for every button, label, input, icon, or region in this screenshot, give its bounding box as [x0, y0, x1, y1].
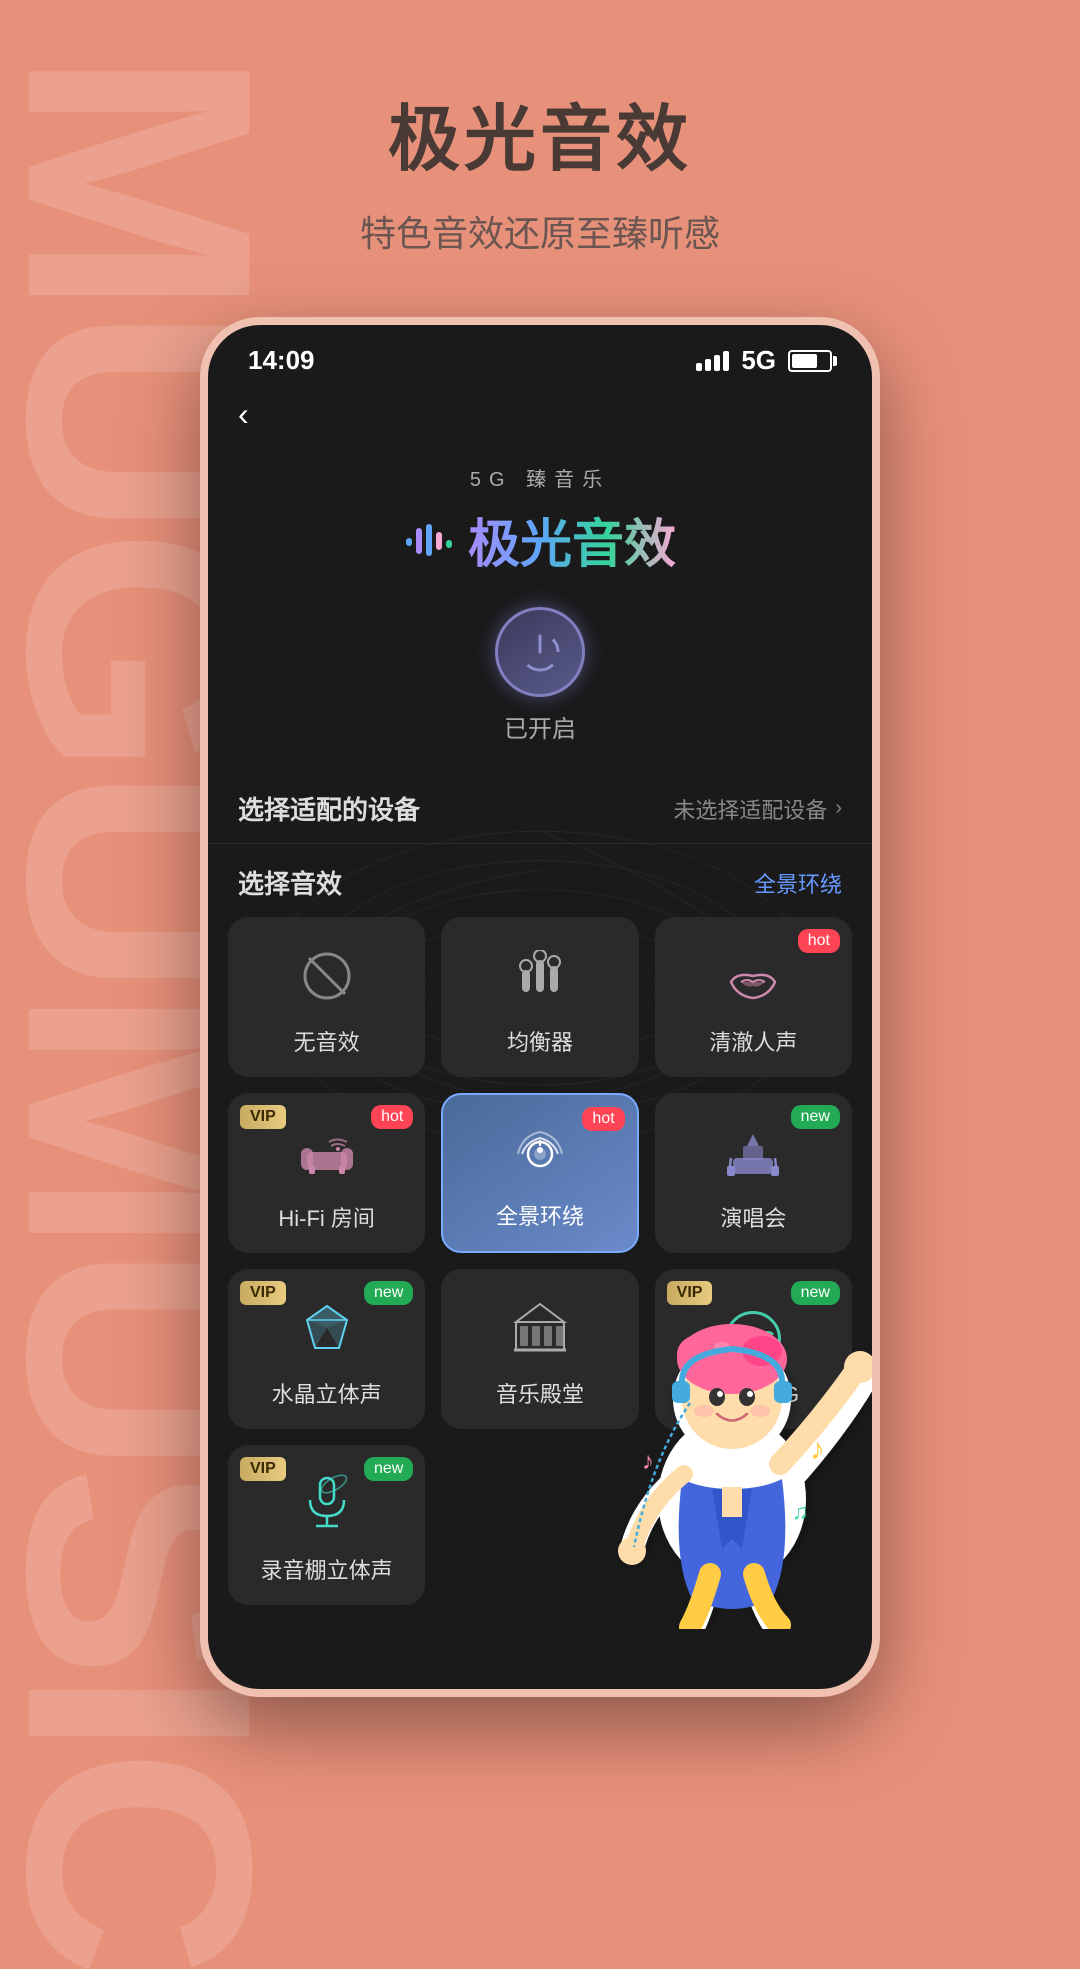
signal-type: 5G — [741, 345, 776, 376]
effect-card-concert[interactable]: new 演唱会 — [655, 1093, 852, 1253]
power-section: 已开启 — [208, 607, 872, 744]
new-badge-studio: new — [364, 1457, 413, 1481]
status-bar: 14:09 5G — [208, 325, 872, 386]
signal-bars — [696, 351, 729, 371]
new-badge-acg: new — [791, 1281, 840, 1305]
effect-name-temple: 音乐殿堂 — [496, 1377, 584, 1409]
effect-card-panoramic[interactable]: hot 全景环绕 — [441, 1093, 638, 1253]
diamond-icon — [301, 1302, 353, 1367]
battery-icon — [788, 350, 832, 372]
sound-section-label: 选择音效 — [238, 864, 342, 901]
effect-card-equalizer[interactable]: 均衡器 — [441, 917, 638, 1077]
effect-card-acg[interactable]: VIP new ACG ♪ 纯净ACG — [655, 1269, 852, 1429]
phone-frame: 14:09 5G ‹ 5G 臻音乐 — [200, 317, 880, 1697]
vip-badge-hifi: VIP — [240, 1105, 286, 1129]
effect-name-hifi: Hi-Fi 房间 — [278, 1201, 375, 1233]
logo-wave — [404, 520, 452, 560]
no-effect-icon — [301, 950, 353, 1015]
logo-text: 极光音效 — [468, 502, 676, 577]
effect-card-no-effect[interactable]: 无音效 — [228, 917, 425, 1077]
page-subtitle: 特色音效还原至臻听感 — [360, 205, 720, 257]
effects-grid: 无音效 均衡器 hot — [208, 917, 872, 1605]
power-status: 已开启 — [504, 709, 576, 744]
effect-name-crystal: 水晶立体声 — [272, 1377, 382, 1409]
surround-icon — [512, 1126, 568, 1189]
lips-icon — [727, 955, 779, 1015]
hot-badge-hifi: hot — [371, 1105, 413, 1129]
vip-badge-studio: VIP — [240, 1457, 286, 1481]
effect-name-panoramic: 全景环绕 — [496, 1199, 584, 1231]
device-section-row[interactable]: 选择适配的设备 未选择适配设备 › — [208, 774, 872, 844]
page-title: 极光音效 — [388, 80, 692, 185]
back-button[interactable]: ‹ — [208, 386, 872, 443]
effect-card-clear-voice[interactable]: hot 清澈人声 — [655, 917, 852, 1077]
status-right: 5G — [696, 345, 832, 376]
battery-fill — [792, 354, 817, 368]
chevron-right-icon: › — [835, 797, 842, 820]
vip-badge-crystal: VIP — [240, 1281, 286, 1305]
hot-badge-clear-voice: hot — [798, 929, 840, 953]
effect-name-equalizer: 均衡器 — [507, 1025, 573, 1057]
sound-header-row: 选择音效 全景环绕 — [208, 844, 872, 917]
effect-name-clear-voice: 清澈人声 — [709, 1025, 797, 1057]
effect-name-studio: 录音棚立体声 — [261, 1553, 393, 1585]
device-section-label: 选择适配的设备 — [238, 790, 420, 827]
studio-mic-icon — [302, 1474, 352, 1543]
concert-icon — [725, 1130, 781, 1191]
logo-tag: 5G 臻音乐 — [470, 463, 610, 492]
hot-badge-panoramic: hot — [582, 1107, 624, 1131]
sofa-icon — [297, 1131, 357, 1191]
effect-card-crystal[interactable]: VIP new 水晶立体声 — [228, 1269, 425, 1429]
acg-icon: ACG ♪ — [725, 1311, 781, 1367]
sound-section-action[interactable]: 全景环绕 — [754, 867, 842, 899]
effect-card-studio[interactable]: VIP new 录音棚立体声 — [228, 1445, 425, 1605]
power-button[interactable] — [495, 607, 585, 697]
temple-icon — [512, 1302, 568, 1367]
equalizer-icon — [514, 950, 566, 1015]
effect-name-concert: 演唱会 — [720, 1201, 786, 1233]
vip-badge-acg: VIP — [667, 1281, 713, 1305]
effect-card-temple[interactable]: 音乐殿堂 — [441, 1269, 638, 1429]
status-time: 14:09 — [248, 345, 315, 376]
effect-card-hifi[interactable]: VIP hot Hi-Fi 房间 — [228, 1093, 425, 1253]
device-action-text: 未选择适配设备 — [673, 793, 827, 825]
effect-name-acg: 纯净ACG — [707, 1377, 799, 1409]
effect-name-no-effect: 无音效 — [294, 1025, 360, 1057]
page-container: 极光音效 特色音效还原至臻听感 14:09 — [0, 0, 1080, 1697]
app-logo-area: 5G 臻音乐 极光音效 — [208, 443, 872, 607]
new-badge-crystal: new — [364, 1281, 413, 1305]
device-section-action: 未选择适配设备 › — [673, 793, 842, 825]
logo-main: 极光音效 — [404, 502, 676, 577]
new-badge-concert: new — [791, 1105, 840, 1129]
